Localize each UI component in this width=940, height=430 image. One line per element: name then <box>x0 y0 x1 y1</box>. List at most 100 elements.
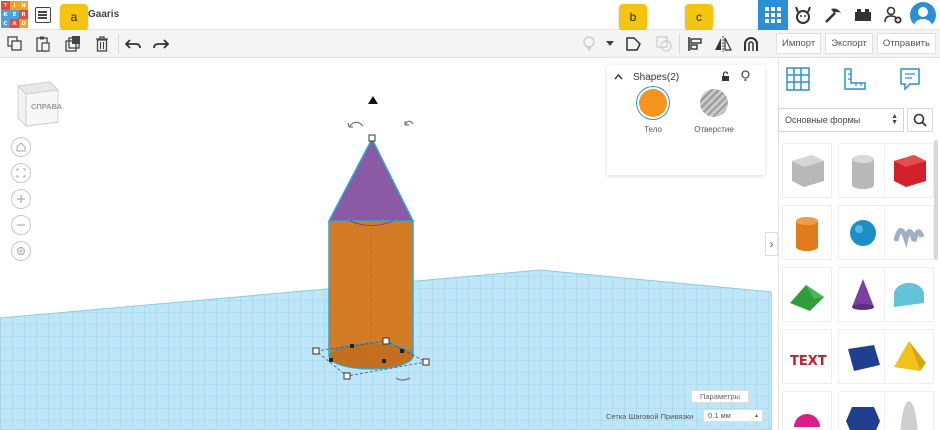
wedge-icon <box>848 344 880 371</box>
notes-icon[interactable] <box>898 66 922 95</box>
select-arrows-icon: ▲ ▼ <box>891 113 898 126</box>
bricks-icon[interactable] <box>848 0 878 30</box>
solid-label: Тело <box>644 125 662 134</box>
avatar-icon[interactable] <box>910 2 936 28</box>
delete-icon[interactable] <box>93 35 111 53</box>
top-right-nav <box>758 0 940 30</box>
duplicate-icon[interactable] <box>64 35 82 53</box>
collapse-chevron-icon[interactable] <box>614 72 623 83</box>
magnet-icon[interactable] <box>742 35 760 53</box>
build-icon[interactable] <box>818 0 848 30</box>
cylinder-striped-icon <box>852 154 874 189</box>
zoom-out-icon[interactable] <box>11 215 31 235</box>
shape-tile-sphere[interactable] <box>838 205 888 260</box>
menu-icon[interactable] <box>35 7 51 23</box>
logo-letter: E <box>10 10 19 19</box>
view-cube[interactable]: СПРАВА <box>14 76 62 128</box>
shape-tile-pyramid[interactable] <box>884 329 934 384</box>
solid-option[interactable]: Тело <box>623 89 683 148</box>
shape-tile-box[interactable] <box>884 143 934 198</box>
search-icon[interactable] <box>907 108 933 132</box>
undo-icon[interactable] <box>124 35 142 53</box>
logo-letter: C <box>1 19 10 28</box>
roof-icon <box>790 284 824 311</box>
round-roof-icon <box>893 282 924 307</box>
logo-letter: R <box>19 10 28 19</box>
shape-tile-round-roof[interactable] <box>884 267 934 322</box>
shape-tile-scribble[interactable] <box>884 205 934 260</box>
paraboloid-icon <box>900 400 918 430</box>
copy-icon[interactable] <box>6 35 24 53</box>
shapes-inspector: Shapes(2) Тело Отверстие <box>607 65 765 175</box>
project-title[interactable]: Gaaris <box>88 9 119 20</box>
snap-grid-label: Сетка Шаговой Привязки <box>606 412 694 421</box>
home-icon[interactable] <box>11 137 31 157</box>
grid-view-icon[interactable] <box>758 0 788 30</box>
dropdown-icon[interactable] <box>601 35 619 53</box>
light-bulb-icon[interactable] <box>580 35 598 53</box>
import-button[interactable]: Импорт <box>775 33 822 54</box>
send-button[interactable]: Отправить <box>876 33 936 54</box>
snap-grid-select[interactable]: 0.1 мм ▴ <box>703 409 763 422</box>
shape-tile-cylinder-striped[interactable] <box>838 143 888 198</box>
tinker-icon[interactable] <box>788 0 818 30</box>
shape-category-value: Основные формы <box>785 115 861 125</box>
shape-note-icon[interactable] <box>625 35 643 53</box>
shape-tile-roof[interactable] <box>782 267 832 322</box>
view-cube-label: СПРАВА <box>31 102 63 111</box>
logo-letter: I <box>10 1 19 10</box>
logo-letter: K <box>1 10 10 19</box>
logo-letter: N <box>19 1 28 10</box>
fit-view-icon[interactable] <box>11 163 31 183</box>
workplane-icon[interactable] <box>785 66 811 95</box>
text-icon: TEXT <box>790 354 827 369</box>
shape-tile-paraboloid[interactable] <box>884 391 934 430</box>
logo-letter: A <box>10 19 19 28</box>
chevron-down-icon: ▴ <box>754 413 758 419</box>
shape-tile-wedge[interactable] <box>838 329 888 384</box>
shape-tile-polygon[interactable] <box>838 391 888 430</box>
shape-tile-cylinder[interactable] <box>782 205 832 260</box>
half-sphere-icon <box>794 413 820 427</box>
mirror-icon[interactable] <box>714 35 732 53</box>
redo-icon[interactable] <box>152 35 170 53</box>
tinkercad-logo[interactable]: TINKERCAD <box>1 1 28 28</box>
box-icon <box>894 154 926 187</box>
edit-toolbar <box>0 30 772 58</box>
ruler-icon[interactable] <box>842 66 868 95</box>
shapes-title: Shapes(2) <box>633 71 680 83</box>
shape-tile-cone[interactable] <box>838 267 888 322</box>
panel-collapse-icon[interactable]: › <box>765 232 778 256</box>
paste-icon[interactable] <box>34 35 52 53</box>
shape-category-select[interactable]: Основные формы ▲ ▼ <box>778 108 904 132</box>
export-button[interactable]: Экспорт <box>825 33 873 54</box>
group-icon[interactable] <box>655 35 673 53</box>
svg-text:TEXT: TEXT <box>790 354 827 369</box>
polygon-icon <box>846 406 880 430</box>
zoom-in-icon[interactable] <box>11 189 31 209</box>
action-toolbar: Импорт Экспорт Отправить <box>772 30 940 58</box>
callout-c: c <box>685 4 713 30</box>
shape-tile-box-striped[interactable] <box>782 143 832 198</box>
cylinder-icon <box>796 216 818 251</box>
snap-grid-value: 0.1 мм <box>708 411 731 420</box>
hole-swatch[interactable] <box>700 89 728 117</box>
parameters-button[interactable]: Параметры <box>691 390 749 403</box>
top-bar: TINKERCAD Gaaris <box>0 0 940 30</box>
library-scrollbar[interactable] <box>934 140 938 260</box>
logo-letter: D <box>19 19 28 28</box>
lock-icon[interactable] <box>721 71 730 85</box>
add-user-icon[interactable] <box>878 0 908 30</box>
hole-label: Отверстие <box>694 125 734 134</box>
shape-tile-half-sphere[interactable] <box>782 391 832 430</box>
sphere-icon <box>850 219 876 246</box>
solid-swatch[interactable] <box>639 89 667 117</box>
hint-bulb-icon[interactable] <box>741 70 750 85</box>
align-icon[interactable] <box>686 35 704 53</box>
shape-tile-text[interactable]: TEXT <box>782 329 832 384</box>
hole-option[interactable]: Отверстие <box>684 89 744 148</box>
shapes-inspector-header: Shapes(2) <box>607 65 765 89</box>
cone-icon <box>852 278 874 310</box>
perspective-icon[interactable] <box>11 241 31 261</box>
scribble-icon <box>893 227 925 248</box>
